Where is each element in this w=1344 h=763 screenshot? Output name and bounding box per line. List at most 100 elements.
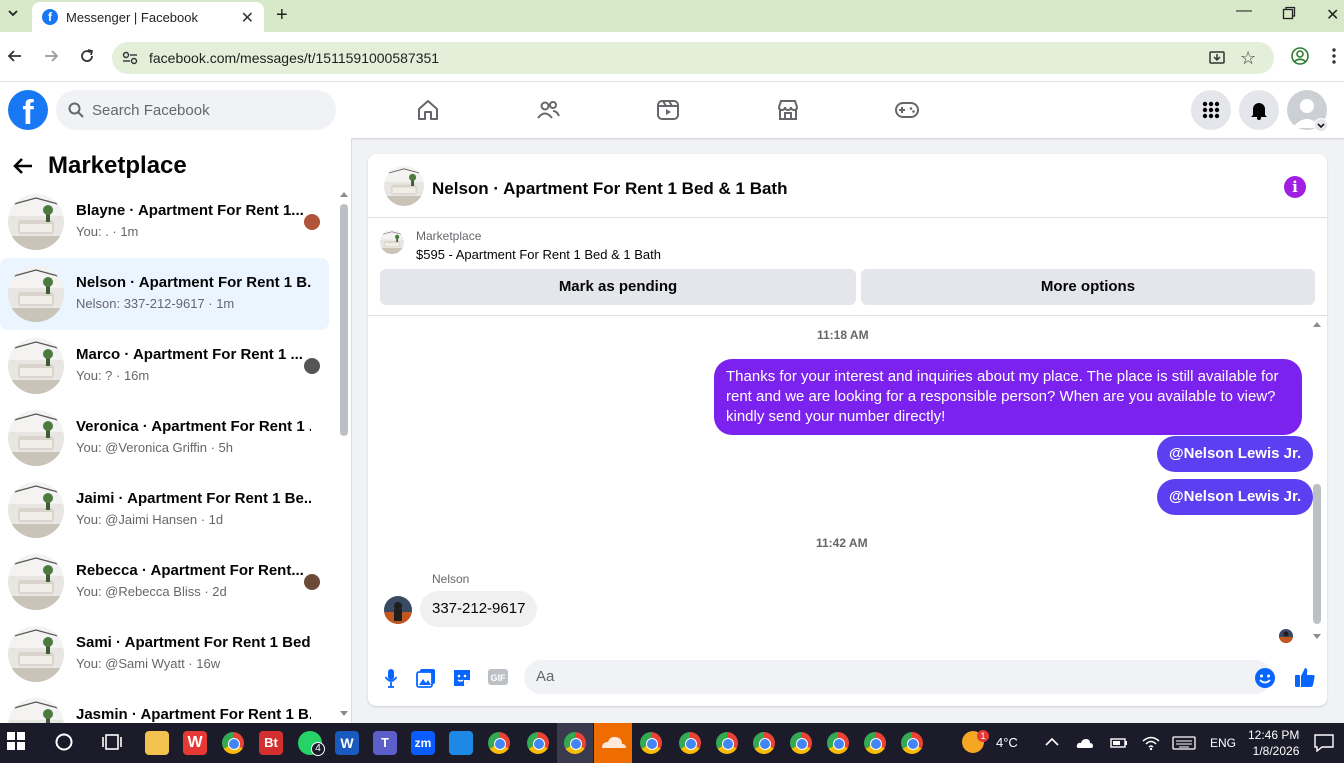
incoming-message[interactable]: 337-212-9617 [420, 591, 538, 627]
system-clock[interactable]: 12:46 PM 1/8/2026 [1248, 727, 1299, 759]
search-circle-icon[interactable] [53, 731, 77, 755]
gaming-icon[interactable] [894, 98, 920, 122]
like-icon[interactable] [1294, 666, 1316, 688]
minimize-icon[interactable]: — [1236, 2, 1252, 20]
back-arrow-icon[interactable] [12, 156, 34, 176]
new-tab-icon[interactable]: + [276, 4, 288, 27]
chrome-profile-icon[interactable] [640, 732, 662, 754]
windows-start-icon[interactable] [6, 731, 30, 755]
listing-title[interactable]: $595 - Apartment For Rent 1 Bed & 1 Bath [416, 247, 661, 262]
battery-icon[interactable] [1110, 738, 1128, 748]
chrome-profile-icon[interactable] [564, 732, 586, 754]
forward-icon[interactable] [42, 47, 60, 65]
restore-icon[interactable] [1282, 6, 1296, 20]
facebook-logo[interactable]: f [8, 90, 48, 130]
word-icon[interactable]: W [335, 731, 359, 755]
friends-icon[interactable] [536, 98, 560, 122]
photo-icon[interactable] [416, 668, 436, 688]
browser-menu-icon[interactable] [1332, 48, 1336, 64]
keyboard-icon[interactable] [1172, 736, 1196, 750]
chat-scrollbar[interactable] [1313, 484, 1321, 624]
url-box[interactable]: facebook.com/messages/t/1511591000587351… [112, 42, 1274, 74]
conversation-avatar [8, 626, 64, 682]
gif-icon[interactable]: GIF [487, 668, 509, 686]
chrome-profile-icon[interactable] [790, 732, 812, 754]
chrome-profile-icon[interactable] [716, 732, 738, 754]
chat-scroll-up-icon[interactable] [1312, 320, 1322, 328]
home-icon[interactable] [416, 98, 440, 122]
tray-chevron-icon[interactable] [1045, 737, 1059, 747]
chrome-profile-icon[interactable] [488, 732, 510, 754]
install-app-icon[interactable] [1208, 49, 1226, 67]
sticker-icon[interactable] [452, 668, 472, 688]
conversation-item[interactable]: Marco · Apartment For Rent 1 ... You: ? ·… [0, 330, 329, 402]
scroll-down-icon[interactable] [339, 710, 349, 718]
menu-button[interactable] [1191, 90, 1231, 130]
outgoing-message[interactable]: Thanks for your interest and inquiries a… [714, 359, 1302, 435]
site-settings-icon[interactable] [122, 51, 138, 65]
cloudflare-app-icon[interactable] [594, 723, 632, 763]
file-explorer-icon[interactable] [145, 731, 169, 755]
conversation-item[interactable]: Sami · Apartment For Rent 1 Bed... You: @… [0, 618, 329, 690]
microphone-icon[interactable] [384, 668, 398, 688]
notification-center-icon[interactable] [1314, 734, 1334, 752]
weather-temp[interactable]: 4°C [996, 723, 1018, 763]
account-chevron-icon[interactable] [1314, 118, 1328, 132]
notifications-button[interactable] [1239, 90, 1279, 130]
chat-header: Nelson · Apartment For Rent 1 Bed & 1 Ba… [368, 154, 1327, 218]
wifi-icon[interactable] [1142, 735, 1160, 751]
reload-icon[interactable] [78, 47, 96, 65]
facebook-header: f Search Facebook [0, 82, 1344, 138]
teams-icon[interactable]: T [373, 731, 397, 755]
chrome-profile-icon[interactable] [527, 732, 549, 754]
tab-search-icon[interactable] [6, 6, 20, 20]
scroll-up-icon[interactable] [339, 190, 349, 198]
chat-title[interactable]: Nelson · Apartment For Rent 1 Bed & 1 Ba… [432, 179, 787, 199]
marketplace-label: Marketplace [416, 229, 482, 243]
onedrive-icon[interactable] [1076, 736, 1094, 750]
browser-tab[interactable]: f Messenger | Facebook ✕ [32, 2, 264, 32]
conversation-preview: Nelson: 337-212-9617 · 1m [76, 296, 235, 311]
conversation-item[interactable]: Rebecca · Apartment For Rent... You: @Reb… [0, 546, 329, 618]
conversation-item[interactable]: Jasmin · Apartment For Rent 1 B... [0, 690, 329, 723]
conversation-item[interactable]: Veronica · Apartment For Rent 1 ... You: … [0, 402, 329, 474]
marketplace-icon[interactable] [776, 98, 800, 122]
task-view-icon[interactable] [101, 731, 125, 755]
bittorrent-icon[interactable]: Bt [259, 731, 283, 755]
search-input[interactable]: Search Facebook [56, 90, 336, 130]
more-options-button[interactable]: More options [861, 269, 1315, 305]
sidebar-scrollbar[interactable] [340, 204, 348, 436]
snipping-tool-icon[interactable] [449, 731, 473, 755]
close-window-icon[interactable]: ✕ [1326, 5, 1339, 25]
bell-icon [1249, 100, 1269, 120]
back-icon[interactable] [6, 47, 24, 65]
wps-icon[interactable]: W [183, 731, 207, 755]
url-text: facebook.com/messages/t/1511591000587351 [149, 50, 440, 66]
language-indicator[interactable]: ENG [1210, 723, 1236, 763]
listing-thumbnail[interactable] [380, 230, 404, 254]
chrome-profile-icon[interactable] [864, 732, 886, 754]
browser-tab-bar: f Messenger | Facebook ✕ + — ✕ [0, 0, 1344, 32]
conversation-item[interactable]: Jaimi · Apartment For Rent 1 Be... You: @… [0, 474, 329, 546]
mark-as-pending-button[interactable]: Mark as pending [380, 269, 856, 305]
message-input[interactable]: Aa [524, 660, 1272, 694]
chrome-profile-icon[interactable] [679, 732, 701, 754]
sender-avatar[interactable] [384, 596, 412, 624]
bookmark-star-icon[interactable]: ☆ [1240, 48, 1256, 69]
emoji-icon[interactable] [1254, 667, 1276, 689]
video-icon[interactable] [656, 98, 680, 122]
profile-icon[interactable] [1290, 46, 1310, 66]
chat-scroll-down-icon[interactable] [1312, 633, 1322, 641]
chrome-profile-icon[interactable] [753, 732, 775, 754]
conversation-item[interactable]: Nelson · Apartment For Rent 1 B... Nelson… [0, 258, 329, 330]
chrome-profile-icon[interactable] [901, 732, 923, 754]
chat-avatar[interactable] [384, 166, 424, 206]
conversation-item[interactable]: Blayne · Apartment For Rent 1... You: . ·… [0, 186, 329, 258]
chrome-profile-icon[interactable] [827, 732, 849, 754]
chrome-icon[interactable] [222, 732, 244, 754]
info-icon[interactable]: i [1284, 176, 1306, 198]
close-tab-icon[interactable]: ✕ [241, 8, 254, 28]
mention-bubble[interactable]: @Nelson Lewis Jr. [1157, 436, 1314, 472]
zoom-icon[interactable]: zm [411, 731, 435, 755]
mention-bubble[interactable]: @Nelson Lewis Jr. [1157, 479, 1314, 515]
